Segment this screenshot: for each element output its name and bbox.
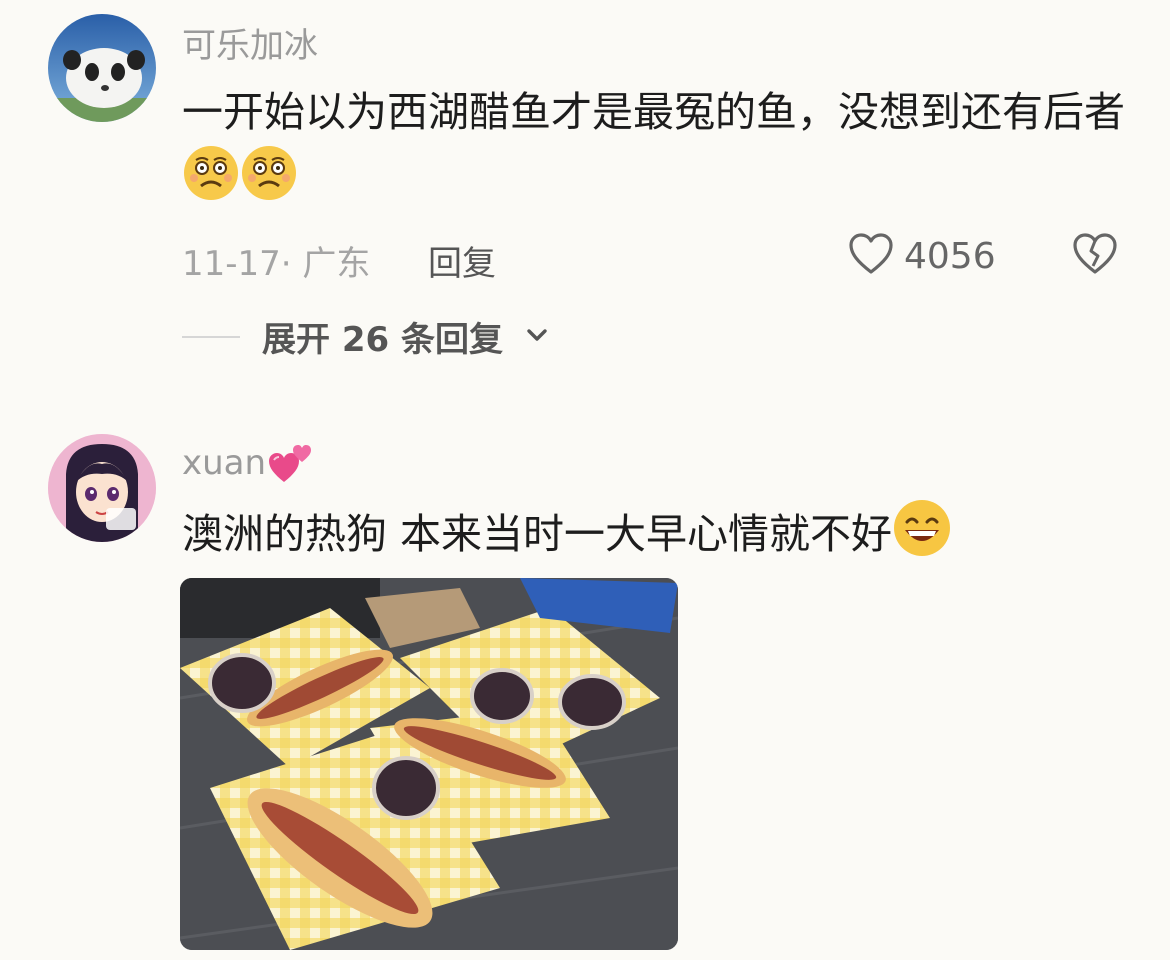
expand-replies-label: 展开 26 条回复: [262, 320, 503, 360]
grinning-face-emoji-icon: [892, 498, 952, 576]
hot-dogs-photo[interactable]: [180, 578, 678, 950]
comment-text: 澳洲的热狗 本来当时一大早心情就不好: [182, 498, 1132, 576]
woozy-face-emoji-icon: [182, 144, 240, 220]
two-hearts-icon: [266, 440, 316, 489]
broken-heart-icon: [1072, 233, 1118, 280]
avatar[interactable]: [48, 434, 156, 542]
dislike-button[interactable]: [1072, 232, 1118, 280]
username[interactable]: 可乐加冰: [182, 18, 318, 67]
chevron-down-icon: [525, 327, 549, 347]
comment-text: 一开始以为西湖醋鱼才是最冤的鱼，没想到还有后者: [182, 80, 1132, 220]
like-button[interactable]: 4056: [848, 232, 996, 280]
woozy-face-emoji-icon: [240, 144, 298, 220]
expand-replies-button[interactable]: 展开 26 条回复: [182, 312, 549, 361]
divider-line: [182, 335, 240, 338]
like-count: 4056: [904, 235, 996, 277]
username[interactable]: xuan: [182, 440, 316, 489]
reply-button[interactable]: 回复: [428, 236, 496, 285]
heart-icon: [848, 232, 894, 280]
comment-meta: 11-17· 广东: [182, 244, 371, 284]
username-text: xuan: [182, 443, 267, 483]
comment-body: 一开始以为西湖醋鱼才是最冤的鱼，没想到还有后者: [182, 88, 1125, 136]
comment-body: 澳洲的热狗 本来当时一大早心情就不好: [182, 510, 893, 558]
avatar[interactable]: [48, 14, 156, 122]
